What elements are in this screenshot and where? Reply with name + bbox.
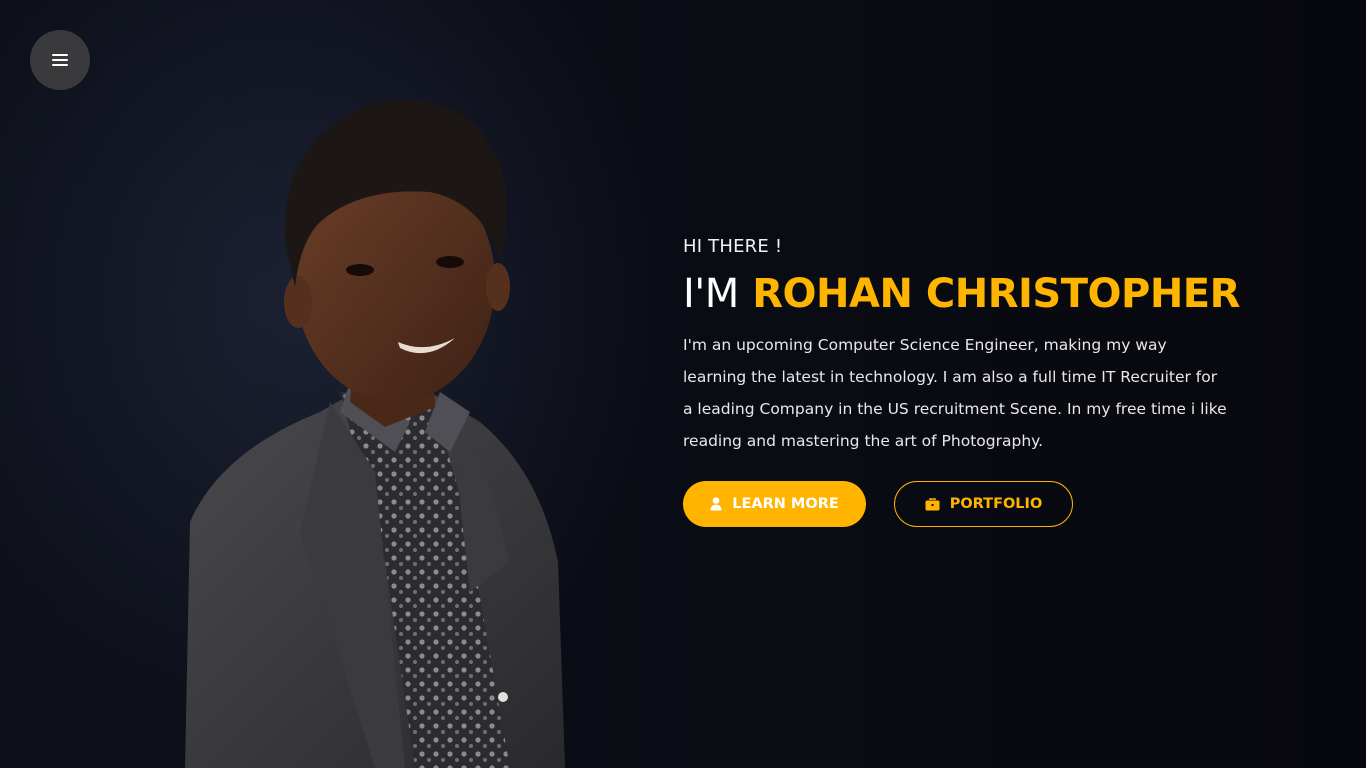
name-prefix: I'M — [683, 271, 739, 317]
hero-intro: HI THERE ! I'M ROHAN CHRISTOPHER I'm an … — [683, 236, 1243, 527]
learn-more-button[interactable]: LEARN MORE — [683, 481, 866, 527]
learn-more-label: LEARN MORE — [732, 496, 839, 512]
bio-paragraph: I'm an upcoming Computer Science Enginee… — [683, 336, 1227, 450]
hamburger-icon — [52, 54, 68, 66]
greeting-text: HI THERE ! — [683, 236, 783, 257]
user-icon — [710, 497, 722, 511]
profile-photo — [185, 99, 565, 768]
portfolio-label: PORTFOLIO — [949, 496, 1043, 512]
briefcase-icon — [925, 497, 940, 510]
hero-actions: LEARN MORE PORTFOLIO — [683, 481, 1243, 527]
menu-toggle-button[interactable] — [30, 30, 90, 90]
name-highlight: ROHAN CHRISTOPHER — [752, 271, 1240, 317]
portfolio-button[interactable]: PORTFOLIO — [894, 481, 1073, 527]
hero-heading: I'M ROHAN CHRISTOPHER — [683, 271, 1243, 317]
